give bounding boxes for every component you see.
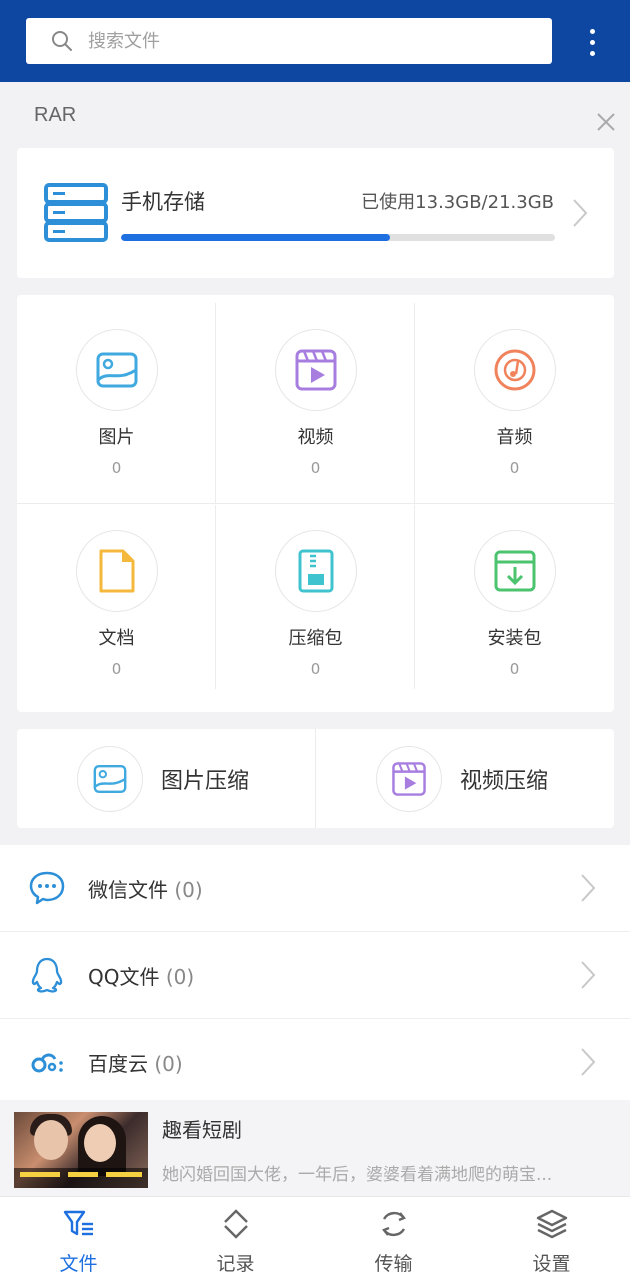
image-compress-icon xyxy=(93,764,127,793)
category-count: 0 xyxy=(509,459,520,477)
list-item-baidu-cloud[interactable]: 百度云 (0) xyxy=(0,1019,630,1106)
phone-storage-card[interactable]: 手机存储 已使用13.3GB/21.3GB xyxy=(17,148,614,278)
video-compress-button[interactable]: 视频压缩 xyxy=(376,729,630,828)
source-name: 百度云 xyxy=(88,1052,148,1076)
wechat-icon xyxy=(29,871,65,905)
category-audio[interactable]: 音频 0 xyxy=(415,295,614,503)
record-icon xyxy=(223,1209,248,1239)
search-icon xyxy=(52,31,72,51)
image-compress-button[interactable]: 图片压缩 xyxy=(77,729,375,828)
install-package-icon xyxy=(494,550,535,592)
ad-banner[interactable]: 趣看短剧 她闪婚回国大佬，一年后，婆婆看着满地爬的萌宝... xyxy=(0,1100,630,1196)
more-menu-button[interactable] xyxy=(578,22,606,62)
category-archives[interactable]: 压缩包 0 xyxy=(216,496,415,704)
more-dot-icon xyxy=(589,39,595,45)
icon-circle xyxy=(274,530,357,612)
top-app-bar xyxy=(0,0,630,82)
icon-circle xyxy=(473,530,556,612)
video-compress-icon xyxy=(392,761,426,796)
search-input[interactable] xyxy=(88,30,552,52)
icon-circle xyxy=(274,329,357,411)
chevron-right-icon xyxy=(581,874,596,902)
audio-icon xyxy=(494,349,535,391)
category-label: 视频 xyxy=(297,427,334,448)
more-dot-icon xyxy=(589,28,595,34)
storage-server-icon xyxy=(44,183,108,242)
nav-label: 设置 xyxy=(532,1253,571,1275)
nav-tab-transfer[interactable]: 传输 xyxy=(315,1197,472,1280)
ad-thumbnail xyxy=(14,1112,148,1188)
source-list: 微信文件 (0) QQ文件 (0) 百度云 (0) xyxy=(0,845,630,1100)
category-count: 0 xyxy=(310,459,321,477)
compress-label: 视频压缩 xyxy=(460,768,549,794)
category-label: 安装包 xyxy=(487,628,542,649)
list-item-label: QQ文件 (0) xyxy=(88,961,194,990)
section-label: RAR xyxy=(34,104,77,126)
category-documents[interactable]: 文档 0 xyxy=(17,496,216,704)
nav-label: 文件 xyxy=(59,1253,98,1275)
icon-circle xyxy=(473,329,556,411)
icon-circle xyxy=(75,530,158,612)
image-icon xyxy=(96,352,137,388)
storage-title: 手机存储 xyxy=(121,190,205,214)
icon-circle xyxy=(376,745,442,812)
category-images[interactable]: 图片 0 xyxy=(17,295,216,503)
list-item-wechat[interactable]: 微信文件 (0) xyxy=(0,845,630,932)
compress-tools: 图片压缩 视频压缩 xyxy=(17,729,614,828)
storage-progress-fill xyxy=(121,234,391,241)
category-label: 音频 xyxy=(496,427,533,448)
source-name: QQ文件 xyxy=(88,965,160,989)
category-count: 0 xyxy=(111,459,122,477)
icon-circle xyxy=(75,329,158,411)
archive-icon xyxy=(298,549,333,593)
compress-label: 图片压缩 xyxy=(161,768,250,794)
storage-used-text: 已使用13.3GB/21.3GB xyxy=(361,192,554,213)
baidu-cloud-icon xyxy=(31,1053,63,1073)
icon-circle xyxy=(77,745,143,812)
more-dot-icon xyxy=(589,50,595,56)
list-item-label: 百度云 (0) xyxy=(88,1048,183,1077)
chevron-right-icon xyxy=(573,199,588,227)
category-count: 0 xyxy=(509,660,520,678)
chevron-right-icon xyxy=(581,1048,596,1076)
category-label: 文档 xyxy=(98,628,135,649)
nav-tab-records[interactable]: 记录 xyxy=(157,1197,314,1280)
category-label: 图片 xyxy=(98,427,135,448)
nav-label: 传输 xyxy=(374,1253,413,1275)
document-icon xyxy=(99,549,134,593)
source-count: (0) xyxy=(174,878,203,902)
layers-icon xyxy=(536,1209,567,1239)
close-icon[interactable] xyxy=(596,112,616,132)
qq-icon xyxy=(31,957,63,993)
category-videos[interactable]: 视频 0 xyxy=(216,295,415,503)
bottom-navigation: 文件 记录 传输 设置 xyxy=(0,1196,630,1280)
search-box[interactable] xyxy=(26,18,552,64)
video-icon xyxy=(295,349,336,391)
ad-description: 她闪婚回国大佬，一年后，婆婆看着满地爬的萌宝... xyxy=(162,1165,553,1185)
storage-progress-bar xyxy=(121,234,555,241)
category-count: 0 xyxy=(111,660,122,678)
list-item-qq[interactable]: QQ文件 (0) xyxy=(0,932,630,1019)
category-grid: 图片 0 视频 0 音频 0 文档 0 压缩包 0 安装包 0 xyxy=(17,295,614,712)
chevron-right-icon xyxy=(581,961,596,989)
transfer-icon xyxy=(381,1211,406,1237)
list-item-label: 微信文件 (0) xyxy=(88,874,203,903)
category-label: 压缩包 xyxy=(288,628,343,649)
source-count: (0) xyxy=(165,965,195,989)
category-install-packages[interactable]: 安装包 0 xyxy=(415,496,614,704)
source-count: (0) xyxy=(154,1052,183,1076)
ad-title: 趣看短剧 xyxy=(162,1118,242,1142)
nav-tab-files[interactable]: 文件 xyxy=(0,1197,157,1280)
nav-tab-settings[interactable]: 设置 xyxy=(473,1197,630,1280)
source-name: 微信文件 xyxy=(88,878,168,902)
nav-label: 记录 xyxy=(216,1253,255,1275)
file-filter-icon xyxy=(63,1210,93,1236)
category-count: 0 xyxy=(310,660,321,678)
